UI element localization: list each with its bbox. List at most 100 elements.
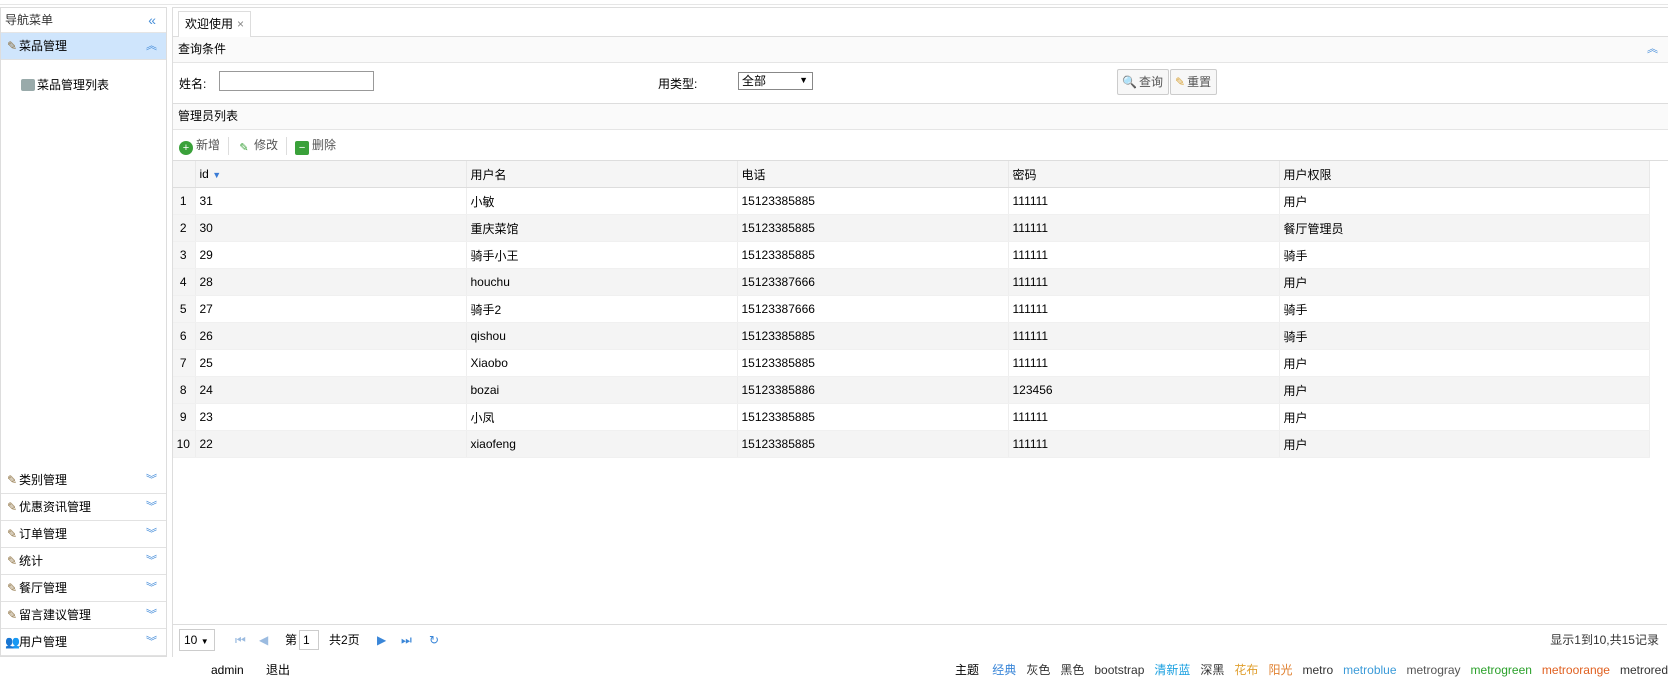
search-button-label: 查询	[1138, 75, 1163, 89]
column-header-username[interactable]: 用户名	[466, 161, 738, 188]
tree-item-label: 菜品管理列表	[37, 78, 110, 92]
last-page-icon[interactable]: ⏭	[401, 625, 412, 655]
theme-link[interactable]: metrored	[1620, 663, 1668, 677]
chevron-down-icon[interactable]: ︾	[146, 602, 157, 628]
first-page-icon[interactable]: ⏮	[235, 625, 246, 655]
table-cell: 111111	[1008, 403, 1280, 431]
table-cell: 15123385885	[737, 241, 1009, 269]
theme-link[interactable]: metrogray	[1407, 663, 1461, 677]
top-border	[0, 0, 1668, 5]
table-cell: 23	[195, 403, 467, 431]
name-input[interactable]	[219, 71, 374, 91]
row-number: 3	[173, 241, 196, 269]
type-select[interactable]: 全部 ▼	[738, 72, 813, 90]
panel-5[interactable]: ✎ 留言建议管理 ︾	[1, 602, 166, 629]
panel-label: 餐厅管理	[19, 581, 68, 595]
refresh-icon[interactable]: ↻	[429, 625, 439, 655]
table-cell: 123456	[1008, 376, 1280, 404]
edit-button[interactable]: ✎ 修改	[237, 130, 278, 160]
column-header-permission[interactable]: 用户权限	[1279, 161, 1650, 188]
panel-2[interactable]: ✎ 订单管理 ︾	[1, 521, 166, 548]
panel-3[interactable]: ✎ 统计 ︾	[1, 548, 166, 575]
table-row[interactable]: 9 23 小凤 15123385885 111111 用户	[173, 403, 1650, 431]
chevron-down-icon[interactable]: ︾	[146, 548, 157, 574]
column-header-phone[interactable]: 电话	[737, 161, 1009, 188]
next-page-icon[interactable]: ▶	[377, 625, 386, 655]
table-cell: qishou	[466, 322, 738, 350]
panel-label: 用户管理	[19, 635, 68, 649]
panel-1[interactable]: ✎ 优惠资讯管理 ︾	[1, 494, 166, 521]
chevron-down-icon[interactable]: ︾	[146, 575, 157, 601]
logout-link[interactable]: 退出	[266, 660, 290, 680]
table-row[interactable]: 3 29 骑手小王 15123385885 111111 骑手	[173, 241, 1650, 269]
table-row[interactable]: 1 31 小敏 15123385885 111111 用户	[173, 187, 1650, 215]
add-label: 新增	[196, 138, 221, 152]
column-header-id[interactable]: id ▼	[195, 161, 467, 188]
main-area: 欢迎使用 × 查询条件 ︽ 姓名: 用类型: 全部 ▼ 🔍 查询 ✎ 重置 管理员列表 …	[172, 7, 1668, 657]
theme-link[interactable]: 深黑	[1200, 663, 1224, 677]
theme-link[interactable]: 清新蓝	[1154, 663, 1190, 677]
page-size-value: 10	[184, 633, 198, 647]
table-cell: 111111	[1008, 241, 1280, 269]
table-cell: 111111	[1008, 187, 1280, 215]
row-number: 9	[173, 403, 196, 431]
theme-link[interactable]: metroblue	[1343, 663, 1396, 677]
table-row[interactable]: 10 22 xiaofeng 15123385885 111111 用户	[173, 430, 1650, 458]
theme-link[interactable]: 黑色	[1060, 663, 1084, 677]
tab-welcome[interactable]: 欢迎使用 ×	[178, 11, 252, 38]
panel-label: 类别管理	[19, 473, 68, 487]
theme-link[interactable]: metroorange	[1542, 663, 1610, 677]
add-button[interactable]: + 新增	[179, 130, 220, 160]
reset-button[interactable]: ✎ 重置	[1170, 69, 1218, 95]
theme-link[interactable]: metrogreen	[1471, 663, 1532, 677]
table-cell: 29	[195, 241, 467, 269]
prev-page-icon[interactable]: ◀	[259, 625, 268, 655]
table-body: 1 31 小敏 15123385885 111111 用户 2 30 重庆菜馆 151233858…	[173, 187, 1650, 458]
table-cell: 15123385886	[737, 376, 1009, 404]
theme-link[interactable]: bootstrap	[1094, 663, 1144, 677]
table-row[interactable]: 6 26 qishou 15123385885 111111 骑手	[173, 322, 1650, 350]
row-number: 8	[173, 376, 196, 404]
sidebar: 导航菜单 « ✎ 菜品管理 ︽ 菜品管理列表 ✎ 类别管理 ︾ ✎ 优惠资讯管理 ︾ ✎ 订单管…	[0, 7, 167, 657]
table-row[interactable]: 8 24 bozai 15123385886 123456 用户	[173, 376, 1650, 404]
row-number-header	[173, 161, 196, 188]
theme-link[interactable]: 经典	[992, 663, 1016, 677]
table-row[interactable]: 7 25 Xiaobo 15123385885 111111 用户	[173, 349, 1650, 377]
chevron-down-icon[interactable]: ︾	[146, 467, 157, 493]
table-row[interactable]: 2 30 重庆菜馆 15123385885 111111 餐厅管理员	[173, 214, 1650, 242]
chevron-down-icon[interactable]: ︾	[146, 629, 157, 655]
table-cell: 15123385885	[737, 214, 1009, 242]
table-cell: 骑手	[1279, 322, 1650, 350]
close-icon[interactable]: ×	[237, 17, 244, 31]
panel-0[interactable]: ✎ 类别管理 ︾	[1, 467, 166, 494]
theme-link[interactable]: metro	[1302, 663, 1333, 677]
table-row[interactable]: 4 28 houchu 15123387666 111111 用户	[173, 268, 1650, 296]
page-input[interactable]: 1	[299, 630, 319, 650]
search-button[interactable]: 🔍 查询	[1117, 69, 1169, 95]
chevron-down-icon[interactable]: ︾	[146, 521, 157, 547]
delete-button[interactable]: − 删除	[295, 130, 336, 160]
table-cell: 111111	[1008, 322, 1280, 350]
chevron-down-icon[interactable]: ︾	[146, 494, 157, 520]
table-row[interactable]: 5 27 骑手2 15123387666 111111 骑手	[173, 295, 1650, 323]
theme-link[interactable]: 灰色	[1026, 663, 1050, 677]
tree-item-dish-list[interactable]: 菜品管理列表	[1, 76, 166, 94]
grid-toolbar: + 新增 ✎ 修改 − 删除	[173, 130, 1668, 161]
page-size-select[interactable]: 10 ▼	[179, 629, 215, 651]
collapse-sidebar-icon[interactable]: «	[148, 8, 156, 32]
bottom-panels: ✎ 类别管理 ︾ ✎ 优惠资讯管理 ︾ ✎ 订单管理 ︾ ✎ 统计 ︾ ✎ 餐厅管理 ︾ ✎ 留言建议管理 ︾ 👥用…	[1, 467, 166, 656]
panel-dish-management[interactable]: ✎ 菜品管理 ︽	[1, 33, 166, 60]
panel-4[interactable]: ✎ 餐厅管理 ︾	[1, 575, 166, 602]
panel-label: 统计	[19, 554, 44, 568]
table-cell: 27	[195, 295, 467, 323]
chevron-up-icon[interactable]: ︽	[146, 33, 157, 59]
wrench-icon: ✎	[6, 39, 18, 53]
collapse-up-icon[interactable]: ︽	[1647, 37, 1658, 62]
table-cell: 用户	[1279, 268, 1650, 296]
panel-6[interactable]: 👥用户管理 ︾	[1, 629, 166, 656]
table-cell: 用户	[1279, 187, 1650, 215]
theme-link[interactable]: 花布	[1234, 663, 1258, 677]
add-icon: +	[179, 141, 193, 155]
theme-link[interactable]: 阳光	[1268, 663, 1292, 677]
column-header-password[interactable]: 密码	[1008, 161, 1280, 188]
